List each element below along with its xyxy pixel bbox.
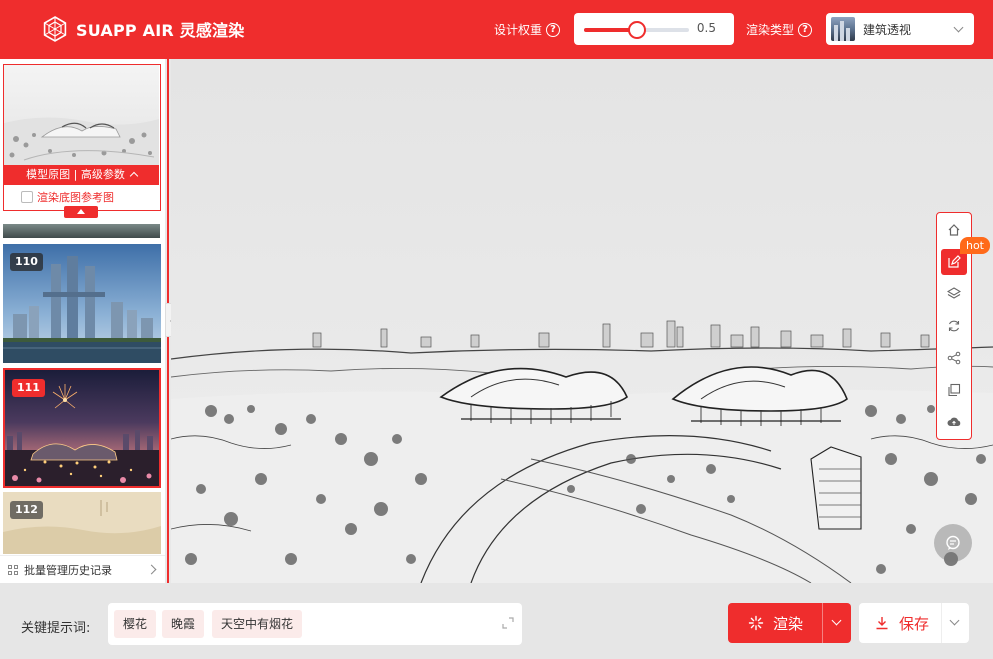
slider-value: 0.5	[696, 21, 716, 35]
save-button[interactable]: 保存	[859, 603, 969, 643]
history-thumbnail-partial[interactable]	[3, 224, 160, 238]
design-weight-slider[interactable]: 0.5	[574, 13, 734, 45]
render-type-text: 渲染类型	[746, 23, 795, 37]
architecture-sketch-image	[171, 320, 993, 583]
save-button-label: 保存	[899, 615, 930, 633]
slider-track[interactable]	[584, 21, 689, 39]
render-button-label: 渲染	[773, 615, 804, 633]
chat-support-button[interactable]	[934, 524, 972, 562]
history-number-badge: 111	[12, 379, 45, 397]
share-icon[interactable]	[941, 345, 967, 371]
bulk-manage-history-link[interactable]: 批量管理历史记录	[0, 555, 165, 583]
chevron-down-icon[interactable]	[949, 615, 960, 626]
brand-logo-icon	[43, 16, 67, 42]
slider-thumb[interactable]	[627, 21, 646, 39]
model-source-card[interactable]: 模型原图 | 高级参数 渲染底图参考图	[3, 64, 161, 211]
design-weight-text: 设计权重	[494, 23, 543, 37]
keyword-prompt-input[interactable]: 樱花 晚霞 天空中有烟花	[108, 603, 522, 645]
grid-icon	[8, 564, 18, 575]
prompt-tag[interactable]: 樱花	[114, 610, 157, 638]
design-weight-label: 设计权重 ?	[494, 21, 561, 38]
history-number-badge: 110	[10, 253, 43, 271]
chat-icon	[946, 535, 960, 550]
app-header: SUAPP AIR 灵感渲染 设计权重 ? 0.5 渲染类型 ? 建筑透视	[0, 0, 993, 59]
bulk-manage-label: 批量管理历史记录	[24, 563, 112, 577]
reference-checkbox-label: 渲染底图参考图	[37, 191, 114, 204]
reference-image-option[interactable]: 渲染底图参考图	[21, 189, 114, 205]
render-type-select[interactable]: 建筑透视	[826, 13, 974, 45]
prompt-bar: 关键提示词: 樱花 晚霞 天空中有烟花 渲染 保存	[0, 583, 993, 659]
history-item[interactable]: 112	[3, 492, 161, 554]
model-source-image	[4, 65, 159, 165]
render-preview-canvas[interactable]	[171, 59, 993, 583]
hot-badge: hot	[960, 237, 990, 254]
model-params-label: 模型原图 | 高级参数	[26, 168, 125, 181]
chevron-down-icon[interactable]	[831, 615, 842, 626]
brand-title: SUAPP AIR 灵感渲染	[76, 21, 245, 40]
upload-cloud-icon[interactable]	[941, 409, 967, 435]
prompt-tag[interactable]: 天空中有烟花	[212, 610, 303, 638]
expand-icon[interactable]	[502, 617, 514, 629]
history-item[interactable]: 111	[3, 368, 161, 488]
chevron-up-icon	[129, 171, 139, 181]
refresh-icon[interactable]	[941, 313, 967, 339]
model-params-toggle[interactable]: 模型原图 | 高级参数	[4, 165, 159, 185]
chevron-right-icon	[146, 564, 157, 575]
help-icon[interactable]: ?	[546, 22, 561, 37]
render-type-thumbnail	[831, 17, 855, 41]
render-type-value: 建筑透视	[863, 23, 912, 37]
keyword-prompt-label: 关键提示词:	[21, 621, 91, 636]
download-icon	[876, 617, 888, 630]
brand[interactable]: SUAPP AIR 灵感渲染	[42, 15, 244, 43]
help-icon[interactable]: ?	[798, 22, 813, 37]
collapse-panel-button[interactable]	[64, 206, 98, 218]
layers-icon[interactable]	[941, 281, 967, 307]
chevron-down-icon	[953, 22, 964, 33]
history-number-badge: 112	[10, 501, 43, 519]
render-type-label: 渲染类型 ?	[746, 21, 813, 38]
history-panel: 模型原图 | 高级参数 渲染底图参考图 110 111 112 批量管理历史记录	[0, 59, 165, 583]
history-item[interactable]: 110	[3, 244, 161, 363]
copy-icon[interactable]	[941, 377, 967, 403]
render-button[interactable]: 渲染	[728, 603, 851, 643]
prompt-tag[interactable]: 晚霞	[162, 610, 205, 638]
reference-checkbox[interactable]	[21, 191, 33, 203]
sparkle-icon	[748, 615, 764, 631]
